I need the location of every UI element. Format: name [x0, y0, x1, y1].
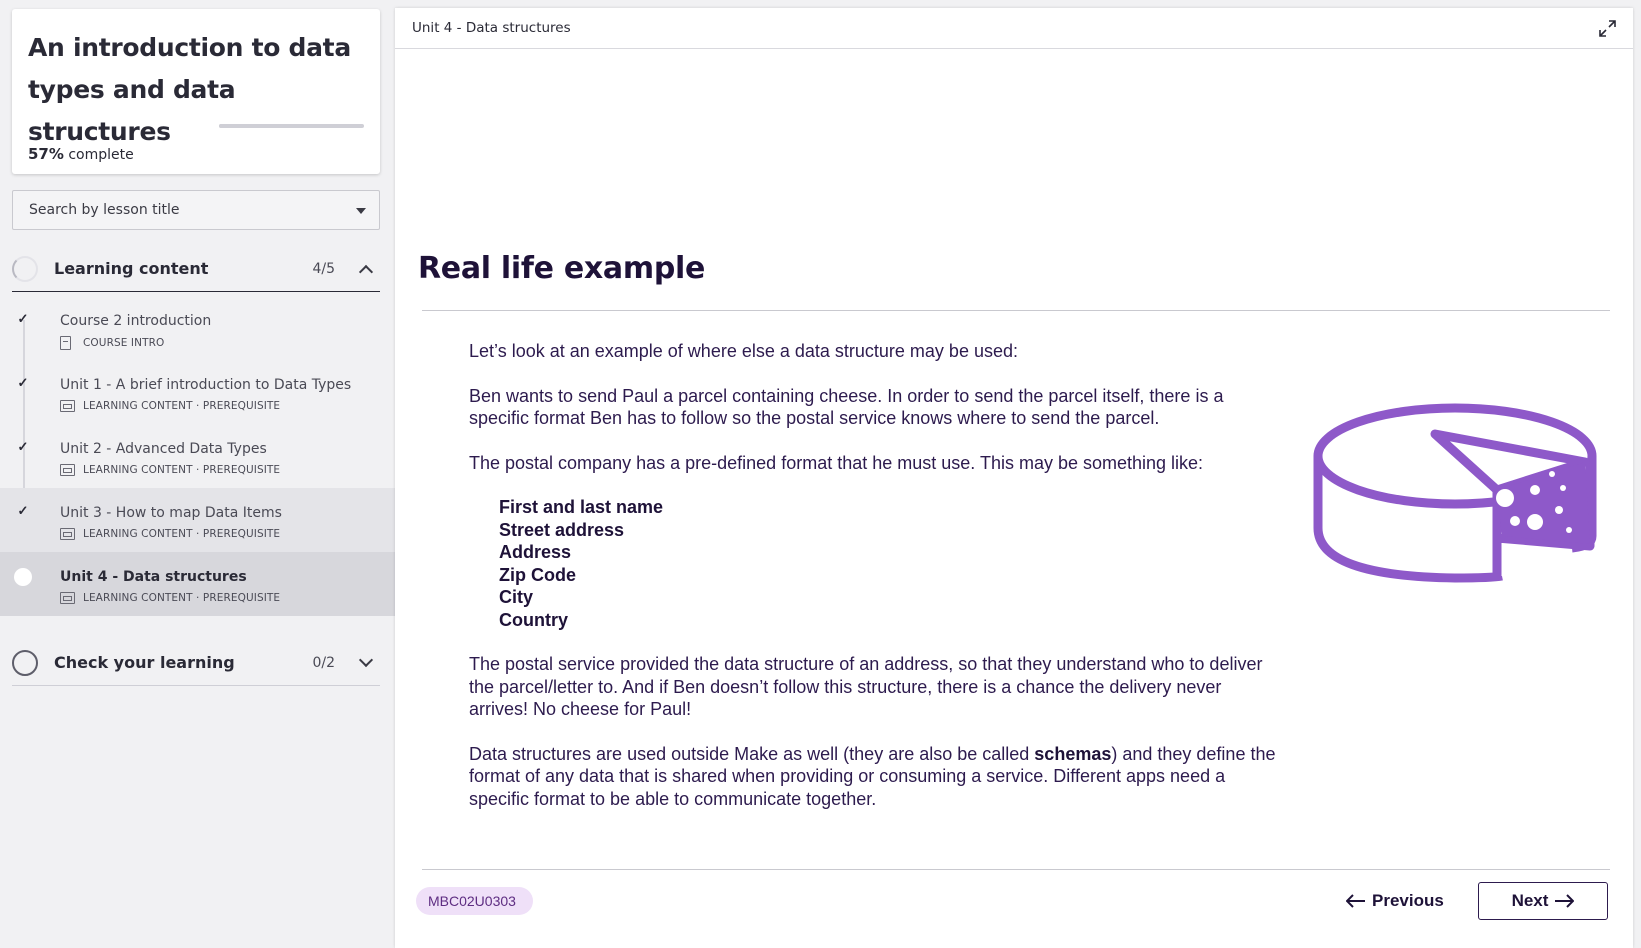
expand-icon[interactable] [1599, 20, 1616, 37]
list-item: City [499, 587, 534, 607]
progress-text: 57% complete [28, 145, 134, 163]
check-icon: ✓ [17, 439, 29, 454]
chevron-down-icon[interactable] [358, 652, 374, 667]
lesson-meta: COURSE INTRO [60, 336, 395, 350]
divider [422, 869, 1610, 870]
section-check-your-learning[interactable]: Check your learning 0/2 [12, 640, 380, 686]
lesson-item[interactable]: ✓ Unit 1 - A brief introduction to Data … [0, 360, 395, 424]
lesson-search-select[interactable]: Search by lesson title [12, 190, 380, 230]
paragraph: Ben wants to send Paul a parcel containi… [469, 385, 1224, 429]
next-label: Next [1511, 891, 1549, 910]
section-progress-ring [12, 255, 38, 282]
progress-suffix: complete [68, 147, 134, 163]
lesson-meta: LEARNING CONTENT · PREREQUISITE [60, 400, 395, 412]
paragraph: Data structures are used outside Make as… [469, 743, 1279, 811]
check-icon: ✓ [17, 311, 29, 326]
paragraph: The postal company has a pre-defined for… [469, 452, 1204, 473]
chevron-up-icon[interactable] [358, 264, 374, 279]
schemas-term: schemas [1034, 743, 1112, 764]
lesson-list: ✓ Course 2 introduction COURSE INTRO ✓ U… [0, 296, 395, 616]
lesson-meta: LEARNING CONTENT · PREREQUISITE [60, 464, 395, 476]
arrow-left-icon [1346, 894, 1365, 908]
next-button[interactable]: Next [1478, 882, 1608, 920]
lesson-title: Unit 4 - Data structures [60, 569, 247, 585]
paragraph: The postal service provided the data str… [469, 654, 1263, 719]
progress-bar [219, 124, 364, 128]
arrow-right-icon [1555, 894, 1575, 908]
list-item: Street address [499, 519, 625, 540]
course-card: An introduction to data types and data s… [12, 9, 380, 174]
current-lesson-dot-icon [14, 568, 32, 586]
check-icon: ✓ [17, 375, 29, 390]
list-item: Address [499, 542, 572, 562]
lesson-title: Course 2 introduction [60, 313, 212, 329]
section-progress-ring [12, 649, 38, 676]
lesson-meta-text: LEARNING CONTENT · PREREQUISITE [83, 464, 281, 476]
lesson-item[interactable]: ✓ Unit 2 - Advanced Data Types LEARNING … [0, 424, 395, 488]
lesson-meta-text: LEARNING CONTENT · PREREQUISITE [83, 592, 281, 604]
section-label: Learning content [54, 259, 209, 278]
caret-down-icon [356, 208, 366, 214]
lesson-meta-text: LEARNING CONTENT · PREREQUISITE [83, 400, 281, 412]
section-learning-content[interactable]: Learning content 4/5 [12, 246, 380, 292]
lesson-item[interactable]: ✓ Unit 3 - How to map Data Items LEARNIN… [0, 488, 395, 552]
previous-label: Previous [1372, 891, 1444, 910]
lesson-item[interactable]: ✓ Course 2 introduction COURSE INTRO [0, 296, 395, 360]
slides-icon [60, 592, 75, 604]
lesson-meta: LEARNING CONTENT · PREREQUISITE [60, 592, 395, 604]
previous-button[interactable]: Previous [1342, 882, 1448, 920]
lesson-heading: Real life example [418, 251, 706, 286]
section-count: 4/5 [312, 260, 335, 277]
lesson-meta: LEARNING CONTENT · PREREQUISITE [60, 528, 395, 540]
lesson-title: Unit 1 - A brief introduction to Data Ty… [60, 377, 352, 393]
progress-percent: 57% [28, 145, 64, 163]
document-icon [60, 336, 71, 350]
lesson-panel: Unit 4 - Data structures Real life examp… [395, 8, 1633, 948]
lesson-meta-text: COURSE INTRO [83, 337, 165, 349]
cheese-icon [1313, 403, 1597, 583]
lesson-body: Let’s look at an example of where else a… [469, 340, 1279, 832]
check-icon: ✓ [17, 503, 29, 518]
lesson-header: Unit 4 - Data structures [395, 8, 1633, 49]
text-run: Data structures are used outside Make as… [469, 743, 1035, 764]
lesson-item-current[interactable]: Unit 4 - Data structures LEARNING CONTEN… [0, 552, 395, 616]
paragraph: Let’s look at an example of where else a… [469, 341, 1018, 361]
section-count: 0/2 [312, 654, 335, 671]
list-item: Country [499, 609, 568, 630]
list-item: First and last name [499, 497, 664, 517]
address-format-list: First and last name Street address Addre… [499, 496, 1279, 631]
sidebar: An introduction to data types and data s… [0, 0, 395, 948]
breadcrumb: Unit 4 - Data structures [412, 20, 571, 36]
slides-icon [60, 464, 75, 476]
list-item: Zip Code [499, 564, 576, 585]
lesson-meta-text: LEARNING CONTENT · PREREQUISITE [83, 528, 281, 540]
slides-icon [60, 528, 75, 540]
lesson-title: Unit 2 - Advanced Data Types [60, 441, 267, 457]
progress-fill [219, 124, 302, 128]
slides-icon [60, 400, 75, 412]
section-label: Check your learning [54, 653, 235, 672]
divider [422, 310, 1610, 311]
search-placeholder: Search by lesson title [29, 202, 180, 218]
lesson-code-badge: MBC02U0303 [416, 887, 533, 915]
course-title: An introduction to data types and data s… [28, 33, 351, 146]
lesson-title: Unit 3 - How to map Data Items [60, 505, 282, 521]
